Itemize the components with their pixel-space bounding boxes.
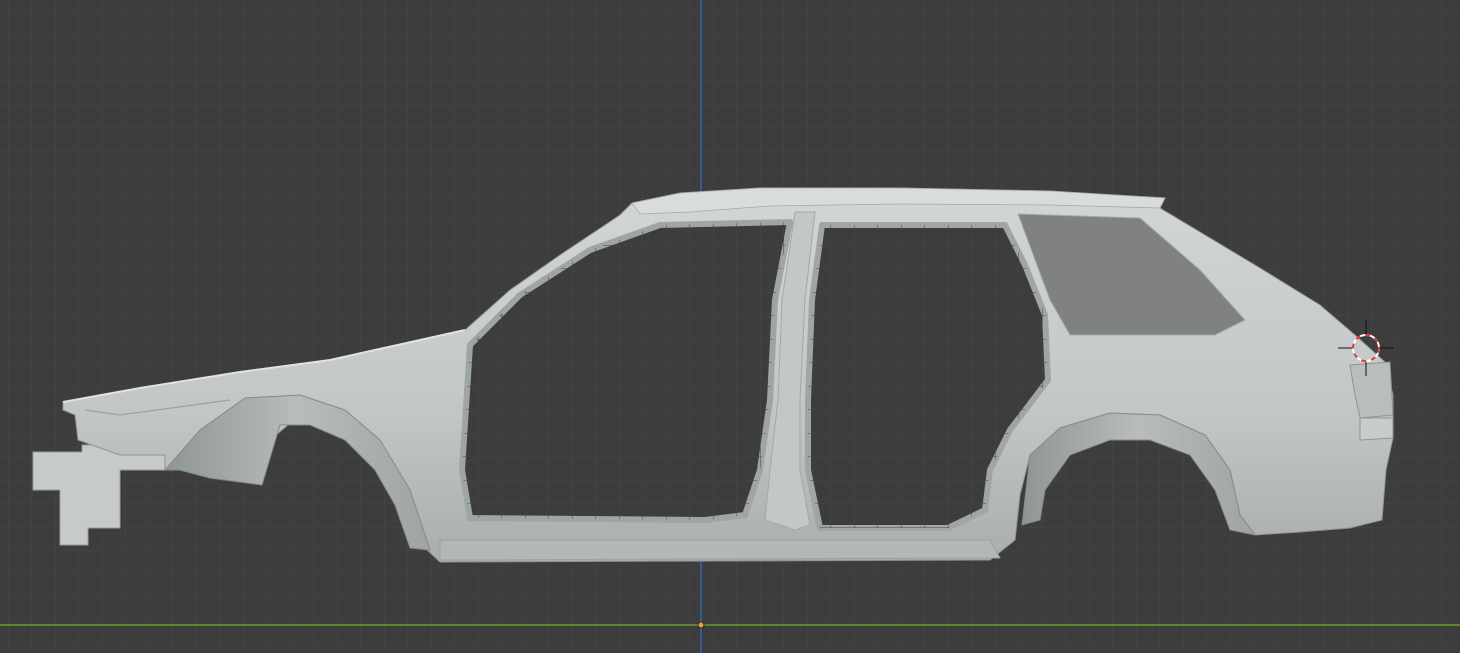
origin-point-icon [697, 621, 705, 629]
side-sill [439, 539, 1001, 561]
rear-lower-panel [1359, 417, 1394, 441]
3d-viewport[interactable] [0, 0, 1460, 653]
viewport-canvas[interactable] [0, 0, 1460, 653]
